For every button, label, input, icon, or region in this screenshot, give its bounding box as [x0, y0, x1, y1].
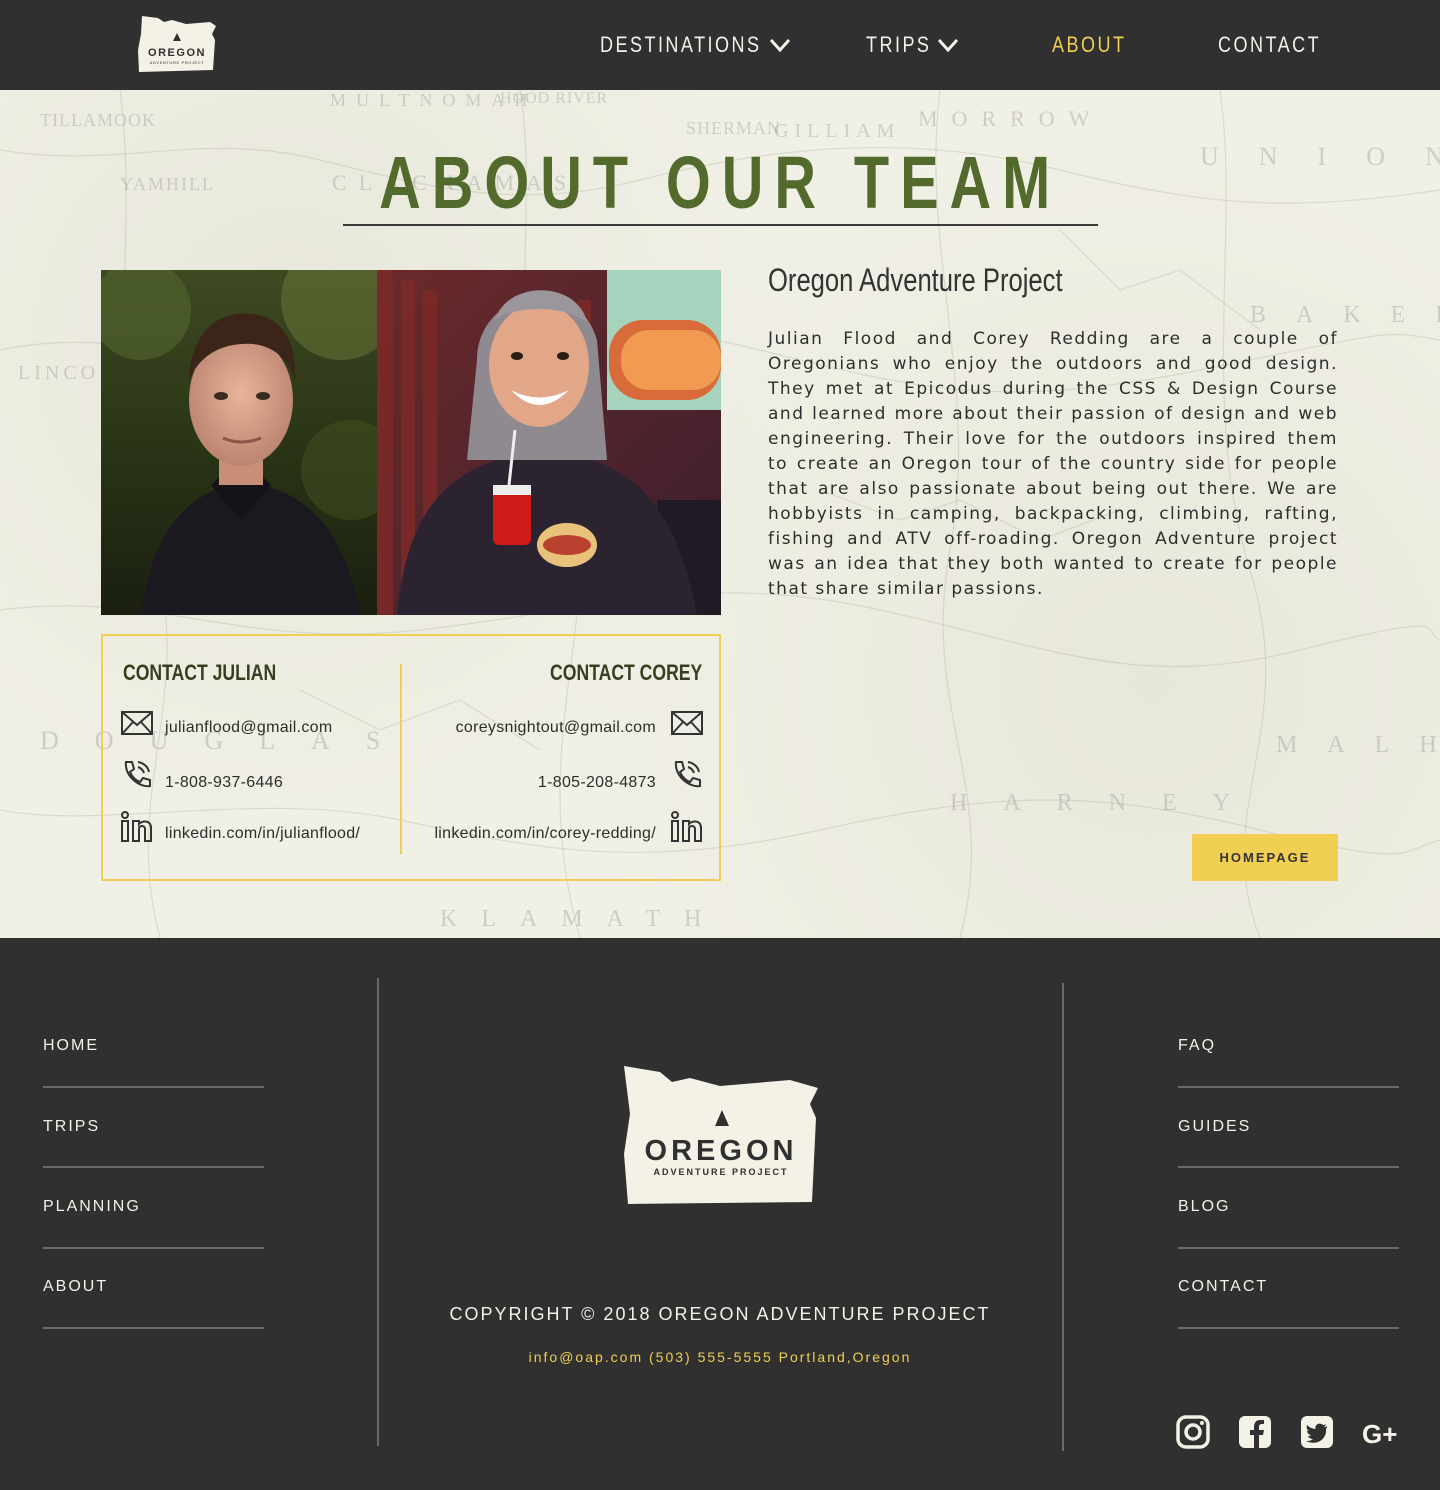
contact-corey-heading: CONTACT COREY: [512, 660, 702, 686]
facebook-icon: [1239, 1416, 1271, 1448]
footer-link-faq[interactable]: FAQ: [1178, 1037, 1216, 1055]
page-title-text: ABOUT OUR TEAM: [379, 141, 1061, 224]
chevron-down-icon: [769, 38, 791, 53]
footer-divider-right: [1062, 983, 1064, 1451]
envelope-icon: [121, 711, 153, 735]
nav-contact-label: CONTACT: [1218, 32, 1322, 57]
footer-link-home[interactable]: HOME: [43, 1037, 99, 1055]
footer-rule: [1178, 1086, 1399, 1088]
footer-rule: [1178, 1247, 1399, 1249]
logo-subtext: ADVENTURE PROJECT: [150, 60, 205, 65]
footer-link-planning[interactable]: PLANNING: [43, 1198, 141, 1216]
footer-rule: [43, 1327, 264, 1329]
google-plus-label: G+: [1362, 1419, 1397, 1449]
envelope-icon: [671, 711, 703, 735]
map-label: HOOD RIVER: [500, 90, 609, 107]
corey-phone-link[interactable]: 1-805-208-4873: [538, 774, 656, 792]
org-heading: Oregon Adventure Project: [768, 262, 1136, 299]
facebook-link[interactable]: [1238, 1415, 1272, 1449]
homepage-button[interactable]: HOMEPAGE: [1192, 834, 1338, 881]
google-plus-icon: G+: [1362, 1419, 1397, 1449]
footer-contact-info: info@oap.com (503) 555-5555 Portland,Ore…: [528, 1349, 912, 1365]
julian-portrait-image: [101, 270, 378, 615]
julian-email-link[interactable]: julianflood@gmail.com: [165, 719, 333, 737]
page-title: ABOUT OUR TEAM: [0, 140, 1440, 225]
julian-phone-link[interactable]: 1-808-937-6446: [165, 774, 283, 792]
nav-about[interactable]: ABOUT: [1052, 0, 1143, 90]
nav-about-label: ABOUT: [1052, 32, 1127, 57]
nav-trips-label: TRIPS: [866, 32, 932, 57]
corey-linkedin-link[interactable]: linkedin.com/in/corey-redding/: [434, 825, 656, 843]
twitter-icon: [1301, 1416, 1333, 1448]
footer-rule: [1178, 1327, 1399, 1329]
footer-logo-subtext: ADVENTURE PROJECT: [653, 1167, 788, 1177]
instagram-link[interactable]: [1176, 1415, 1210, 1449]
footer-logo-text: OREGON: [645, 1135, 798, 1167]
copyright-text: COPYRIGHT © 2018 OREGON ADVENTURE PROJEC…: [449, 1304, 991, 1324]
footer-link-blog[interactable]: BLOG: [1178, 1198, 1230, 1216]
nav-destinations-label: DESTINATIONS: [600, 32, 762, 57]
footer-link-guides[interactable]: GUIDES: [1178, 1118, 1251, 1136]
contact-julian-heading-text: CONTACT JULIAN: [123, 660, 277, 685]
title-underline: [343, 224, 1098, 226]
corey-photo: [377, 270, 721, 615]
map-label: SHERMAN: [686, 118, 782, 138]
contact-julian-heading: CONTACT JULIAN: [123, 660, 314, 686]
logo-text: OREGON: [148, 47, 206, 59]
footer-rule: [43, 1166, 264, 1168]
site-header: OREGON ADVENTURE PROJECT DESTINATIONS TR…: [0, 0, 1440, 90]
nav-destinations[interactable]: DESTINATIONS: [600, 0, 791, 90]
julian-photo: [101, 270, 378, 615]
julian-linkedin-link[interactable]: linkedin.com/in/julianflood/: [165, 825, 360, 843]
footer-rule: [1178, 1166, 1399, 1168]
twitter-link[interactable]: [1300, 1415, 1334, 1449]
footer-link-trips[interactable]: TRIPS: [43, 1118, 100, 1136]
about-paragraph: Julian Flood and Corey Redding are a cou…: [768, 329, 1338, 599]
map-label: MORROW: [918, 106, 1104, 131]
map-label: BAKER: [1250, 302, 1440, 328]
footer-link-contact[interactable]: CONTACT: [1178, 1278, 1268, 1296]
instagram-icon: [1176, 1415, 1210, 1449]
footer-rule: [43, 1086, 264, 1088]
footer-oregon-logo: OREGON ADVENTURE PROJECT: [624, 1066, 818, 1204]
map-label: MALHEUR: [1276, 732, 1440, 758]
corey-email-link[interactable]: coreysnightout@gmail.com: [456, 719, 656, 737]
linkedin-icon: [121, 811, 152, 842]
oregon-state-logo-icon: OREGON ADVENTURE PROJECT: [138, 16, 216, 72]
contact-divider: [400, 664, 402, 854]
footer-link-about[interactable]: ABOUT: [43, 1278, 108, 1296]
map-label: KLAMATH: [440, 906, 726, 932]
corey-portrait-image: [377, 270, 721, 615]
footer-divider-left: [377, 978, 379, 1446]
phone-icon: [124, 761, 151, 788]
phone-icon: [674, 761, 701, 788]
org-heading-text: Oregon Adventure Project: [768, 262, 1063, 298]
oregon-logo-home-link[interactable]: OREGON ADVENTURE PROJECT: [136, 14, 218, 74]
contact-corey-heading-text: CONTACT COREY: [549, 660, 702, 685]
map-label: TILLAMOOK: [40, 110, 156, 130]
linkedin-icon: [671, 811, 702, 842]
nav-contact[interactable]: CONTACT: [1218, 0, 1344, 90]
nav-trips[interactable]: TRIPS: [866, 0, 959, 90]
google-plus-link[interactable]: G+: [1362, 1415, 1402, 1449]
map-label: HARNEY: [950, 790, 1266, 816]
footer-rule: [43, 1247, 264, 1249]
chevron-down-icon: [937, 38, 958, 53]
